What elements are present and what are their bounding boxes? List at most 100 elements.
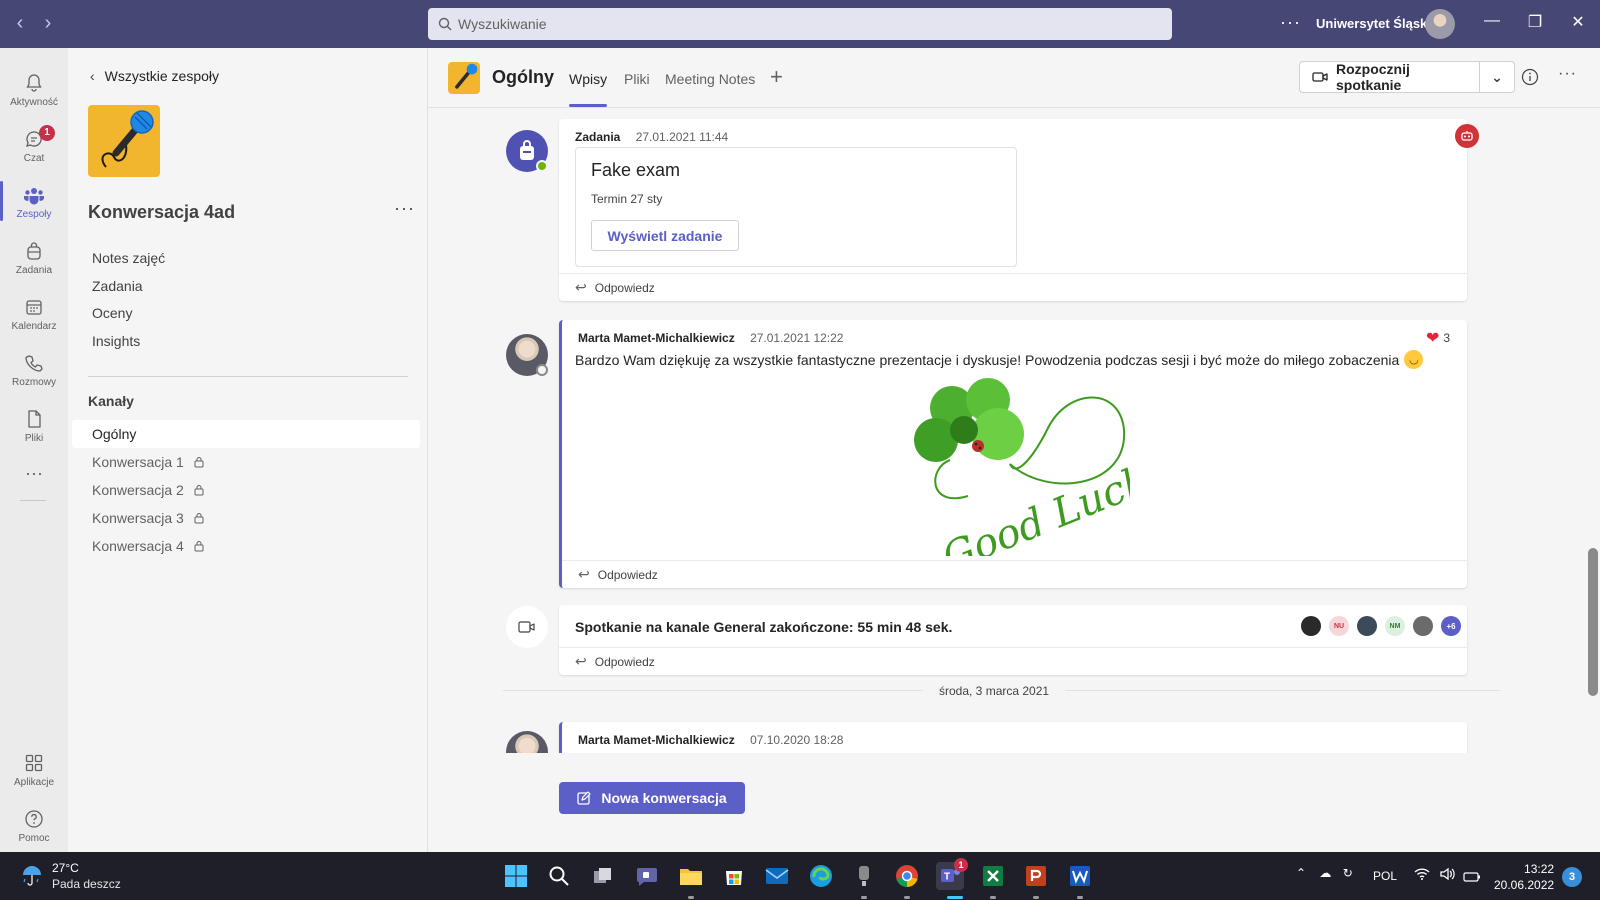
link-insights[interactable]: Insights	[92, 333, 140, 349]
channel-konwersacja-4[interactable]: Konwersacja 4	[72, 532, 420, 560]
clock-time: 13:22	[1524, 862, 1555, 876]
message-feed: Zadania 27.01.2021 11:44 Fake exam Termi…	[428, 108, 1580, 753]
add-tab-icon[interactable]: +	[770, 64, 783, 90]
post-assignment: Zadania 27.01.2021 11:44 Fake exam Termi…	[559, 119, 1467, 301]
tab-files[interactable]: Pliki	[624, 71, 650, 87]
app-label-help: Pomoc	[18, 832, 50, 844]
running-indicator	[688, 896, 694, 899]
task-view-icon[interactable]	[589, 862, 617, 890]
search-icon	[438, 17, 452, 31]
view-assignment-button[interactable]: Wyświetl zadanie	[591, 220, 739, 251]
author-avatar[interactable]	[506, 334, 548, 376]
app-calls[interactable]: Rozmowy	[0, 341, 68, 397]
excel-icon[interactable]	[979, 862, 1007, 890]
forward-arrow-icon[interactable]: ›	[34, 12, 62, 35]
more-apps-icon[interactable]: ···	[0, 458, 68, 488]
app-calendar[interactable]: Kalendarz	[0, 285, 68, 341]
tab-meeting-notes[interactable]: Meeting Notes	[665, 71, 755, 87]
feed-scrollbar[interactable]	[1588, 548, 1598, 696]
weather-widget[interactable]: 27°C Pada deszcz	[20, 860, 121, 892]
link-class-notebook[interactable]: Notes zajęć	[92, 250, 165, 266]
author-avatar[interactable]	[506, 731, 548, 753]
channel-label: Konwersacja 1	[92, 454, 184, 470]
teams-app-icon[interactable]: T 1	[936, 858, 968, 890]
reply-arrow-icon: ↩	[575, 279, 587, 295]
team-more-icon[interactable]: ···	[394, 198, 415, 219]
channel-more-icon[interactable]: ···	[1558, 65, 1577, 83]
lock-icon	[194, 457, 204, 468]
participant-avatar	[1357, 616, 1377, 636]
post-author: Marta Mamet-Michalkiewicz	[578, 733, 735, 747]
org-name[interactable]: Uniwersytet Śląski	[1316, 16, 1431, 31]
backpack-icon	[22, 239, 46, 263]
all-teams-link[interactable]: ‹ Wszystkie zespoły	[90, 68, 219, 84]
chat-app-icon[interactable]	[633, 862, 661, 890]
channels-label: Kanały	[88, 393, 134, 409]
channel-general[interactable]: Ogólny	[72, 420, 420, 448]
app-assignments[interactable]: Zadania	[0, 229, 68, 285]
app-apps[interactable]: Aplikacje	[0, 741, 68, 797]
word-icon[interactable]	[1066, 862, 1094, 890]
reply-button[interactable]: ↩ Odpowiedz	[559, 647, 1467, 675]
volume-icon[interactable]	[1439, 867, 1455, 886]
minimize-icon[interactable]: —	[1477, 12, 1507, 30]
search-placeholder: Wyszukiwanie	[458, 16, 547, 32]
store-icon[interactable]	[720, 862, 748, 890]
battery-icon[interactable]	[1463, 869, 1481, 887]
edge-browser-icon[interactable]	[807, 862, 835, 890]
info-icon[interactable]	[1521, 68, 1539, 86]
channel-konwersacja-1[interactable]: Konwersacja 1	[72, 448, 420, 476]
search-icon[interactable]	[545, 862, 573, 890]
file-explorer-icon[interactable]	[677, 862, 705, 890]
link-grades[interactable]: Oceny	[92, 305, 132, 321]
reply-button[interactable]: ↩ Odpowiedz	[562, 560, 1467, 588]
app-help[interactable]: Pomoc	[0, 797, 68, 853]
lock-icon	[194, 513, 204, 524]
restore-icon[interactable]: ❐	[1520, 12, 1550, 32]
wifi-icon[interactable]	[1414, 867, 1430, 884]
sync-icon[interactable]: ↻	[1343, 866, 1353, 880]
chevron-up-icon[interactable]: ⌃	[1296, 866, 1306, 880]
back-arrow-icon[interactable]: ‹	[6, 12, 34, 35]
profile-avatar[interactable]	[1425, 9, 1455, 39]
channel-konwersacja-2[interactable]: Konwersacja 2	[72, 476, 420, 504]
app-label-assignments: Zadania	[15, 264, 53, 276]
powerpoint-icon[interactable]	[1022, 862, 1050, 890]
start-icon[interactable]	[502, 862, 530, 890]
close-icon[interactable]: ✕	[1563, 12, 1593, 32]
post-meeting-ended: Spotkanie na kanale General zakończone: …	[559, 605, 1467, 675]
chevron-down-icon[interactable]: ⌄	[1480, 69, 1514, 86]
settings-more-icon[interactable]: ···	[1280, 12, 1301, 33]
app-activity[interactable]: Aktywność	[0, 61, 68, 117]
mic-app-icon[interactable]	[850, 862, 878, 890]
language-indicator[interactable]: POL	[1373, 869, 1397, 883]
teams-taskbar-badge: 1	[954, 858, 968, 872]
participant-avatars[interactable]: NU NM +6	[1301, 616, 1461, 636]
participant-avatar	[1413, 616, 1433, 636]
status-available-icon	[536, 160, 548, 172]
app-label-calls: Rozmowy	[12, 376, 56, 388]
assignments-bot-avatar	[506, 130, 548, 172]
bell-icon	[22, 71, 46, 95]
app-chat[interactable]: Czat 1	[0, 117, 68, 173]
compose-icon	[577, 791, 591, 805]
onedrive-icon[interactable]: ☁	[1319, 866, 1331, 880]
link-assignments[interactable]: Zadania	[92, 278, 143, 294]
mail-icon[interactable]	[763, 862, 791, 890]
heart-reaction[interactable]: ❤ 3	[1426, 328, 1450, 348]
clock[interactable]: 13:22 20.06.2022	[1494, 861, 1554, 893]
tab-posts[interactable]: Wpisy	[569, 71, 607, 87]
notification-badge[interactable]: 3	[1562, 867, 1582, 887]
app-teams[interactable]: Zespoły	[0, 173, 68, 229]
app-files[interactable]: Pliki	[0, 397, 68, 453]
app-label-teams: Zespoły	[16, 208, 52, 220]
search-input[interactable]: Wyszukiwanie	[428, 8, 1172, 40]
appbar-divider	[20, 500, 46, 501]
all-teams-label: Wszystkie zespoły	[104, 68, 220, 84]
channel-konwersacja-3[interactable]: Konwersacja 3	[72, 504, 420, 532]
reply-button[interactable]: ↩ Odpowiedz	[559, 273, 1467, 301]
chrome-icon[interactable]	[893, 862, 921, 890]
start-meeting-button[interactable]: Rozpocznij spotkanie ⌄	[1299, 61, 1515, 93]
new-conversation-button[interactable]: Nowa konwersacja	[559, 782, 745, 814]
help-icon	[22, 807, 46, 831]
